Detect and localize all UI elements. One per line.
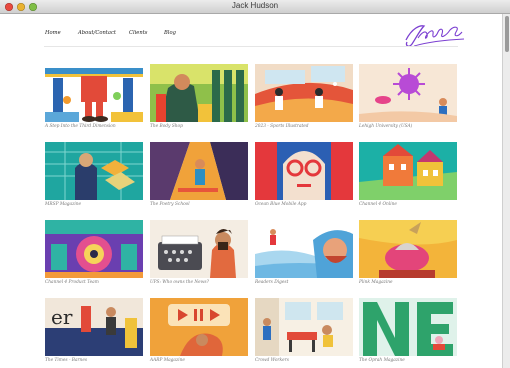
- nav-clients[interactable]: Clients: [129, 30, 147, 36]
- project-illustration: [45, 142, 143, 200]
- project-illustration: [359, 64, 457, 122]
- project-thumbnail[interactable]: [359, 298, 457, 356]
- project-caption[interactable]: MRSP Magazine: [45, 202, 81, 207]
- project-thumbnail[interactable]: [255, 142, 353, 200]
- project-illustration: [255, 298, 353, 356]
- project-caption[interactable]: A Step Into the Third Dimension: [45, 124, 116, 129]
- project-caption[interactable]: Plink Magazine: [359, 280, 393, 285]
- project-caption[interactable]: The Oprah Magazine: [359, 358, 405, 363]
- project-thumbnail[interactable]: er: [45, 298, 143, 356]
- project-illustration: [255, 220, 353, 278]
- project-illustration: [150, 64, 248, 122]
- project-illustration: [150, 142, 248, 200]
- project-illustration: [150, 220, 248, 278]
- project-caption[interactable]: UPS: Who owns the News?: [150, 280, 209, 285]
- project-illustration: [45, 220, 143, 278]
- project-thumbnail[interactable]: [255, 220, 353, 278]
- project-caption[interactable]: 2023 - Sports Illustrated: [255, 124, 309, 129]
- project-caption[interactable]: Channel 4 Product Team: [45, 280, 99, 285]
- project-caption[interactable]: Readers Digest: [255, 280, 288, 285]
- project-caption[interactable]: The Body Shop: [150, 124, 183, 129]
- project-caption[interactable]: Ocean Blue Mobile App: [255, 202, 306, 207]
- project-thumbnail[interactable]: [150, 298, 248, 356]
- project-thumbnail[interactable]: [255, 298, 353, 356]
- nav-about-contact[interactable]: About/Contact: [78, 30, 116, 36]
- header-divider: [44, 46, 458, 47]
- project-thumbnail[interactable]: [359, 142, 457, 200]
- project-illustration: [255, 142, 353, 200]
- nav-blog[interactable]: Blog: [164, 30, 176, 36]
- project-illustration: [359, 220, 457, 278]
- window-titlebar: Jack Hudson: [0, 0, 510, 14]
- project-illustration: [45, 64, 143, 122]
- scrollbar-thumb[interactable]: [504, 16, 509, 52]
- project-thumbnail[interactable]: [45, 142, 143, 200]
- project-illustration: [255, 64, 353, 122]
- project-caption[interactable]: Crowd Workers: [255, 358, 289, 363]
- vertical-scrollbar[interactable]: [502, 14, 510, 368]
- project-illustration: er: [45, 298, 143, 356]
- project-caption[interactable]: Channel 4 Online: [359, 202, 397, 207]
- project-thumbnail[interactable]: [150, 64, 248, 122]
- site-logo[interactable]: [400, 20, 466, 54]
- project-caption[interactable]: AARP Magazine: [150, 358, 185, 363]
- svg-text:er: er: [51, 305, 73, 329]
- project-illustration: [359, 298, 457, 356]
- project-thumbnail[interactable]: [45, 64, 143, 122]
- project-illustration: [150, 298, 248, 356]
- project-caption[interactable]: The Poetry School: [150, 202, 190, 207]
- project-caption[interactable]: The Times - Barnes: [45, 358, 87, 363]
- project-illustration: [359, 142, 457, 200]
- project-thumbnail[interactable]: [359, 64, 457, 122]
- project-thumbnail[interactable]: [150, 142, 248, 200]
- portfolio-page: Home About/Contact Clients Blog A Step I…: [0, 14, 502, 368]
- nav-home[interactable]: Home: [45, 30, 61, 36]
- project-thumbnail[interactable]: [45, 220, 143, 278]
- project-thumbnail[interactable]: [359, 220, 457, 278]
- project-thumbnail[interactable]: [255, 64, 353, 122]
- project-caption[interactable]: Lehigh University (USA): [359, 124, 412, 129]
- window-title: Jack Hudson: [231, 1, 279, 10]
- project-thumbnail[interactable]: [150, 220, 248, 278]
